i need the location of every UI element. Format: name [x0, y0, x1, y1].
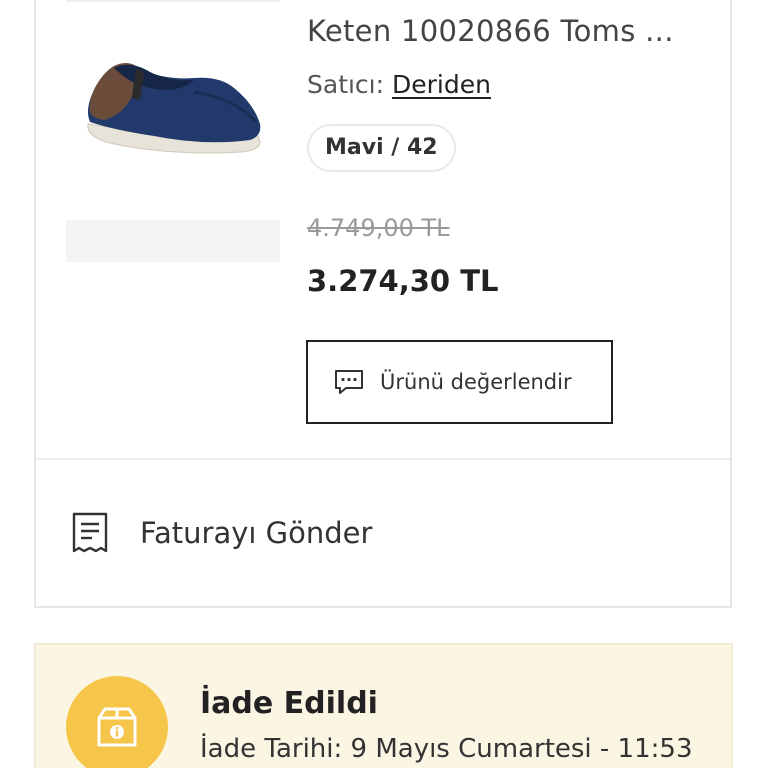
image-placeholder [66, 220, 280, 262]
send-invoice-row[interactable]: Faturayı Gönder [36, 460, 730, 606]
old-price: 4.749,00 TL [307, 214, 450, 242]
review-button-label: Ürünü değerlendir [380, 370, 572, 394]
order-detail-page: Keten 10020866 Toms ... Satıcı: Deriden … [0, 0, 768, 768]
product-name[interactable]: Keten 10020866 Toms ... [307, 14, 674, 48]
return-date: İade Tarihi: 9 Mayıs Cumartesi - 11:53 [200, 734, 693, 764]
new-price: 3.274,30 TL [307, 264, 499, 298]
receipt-icon [72, 512, 108, 553]
seller-row: Satıcı: Deriden [307, 70, 491, 99]
image-placeholder-top [66, 0, 280, 2]
comment-icon [335, 370, 363, 394]
variant-chip: Mavi / 42 [307, 124, 456, 172]
return-status-badge [66, 676, 168, 768]
return-box-icon [97, 707, 137, 747]
seller-link[interactable]: Deriden [392, 70, 491, 99]
shoe-icon [87, 63, 261, 154]
send-invoice-label: Faturayı Gönder [140, 516, 373, 550]
return-status-title: İade Edildi [200, 686, 378, 721]
seller-label: Satıcı: [307, 70, 385, 99]
review-product-button[interactable]: Ürünü değerlendir [306, 340, 613, 424]
product-image[interactable] [74, 52, 270, 164]
